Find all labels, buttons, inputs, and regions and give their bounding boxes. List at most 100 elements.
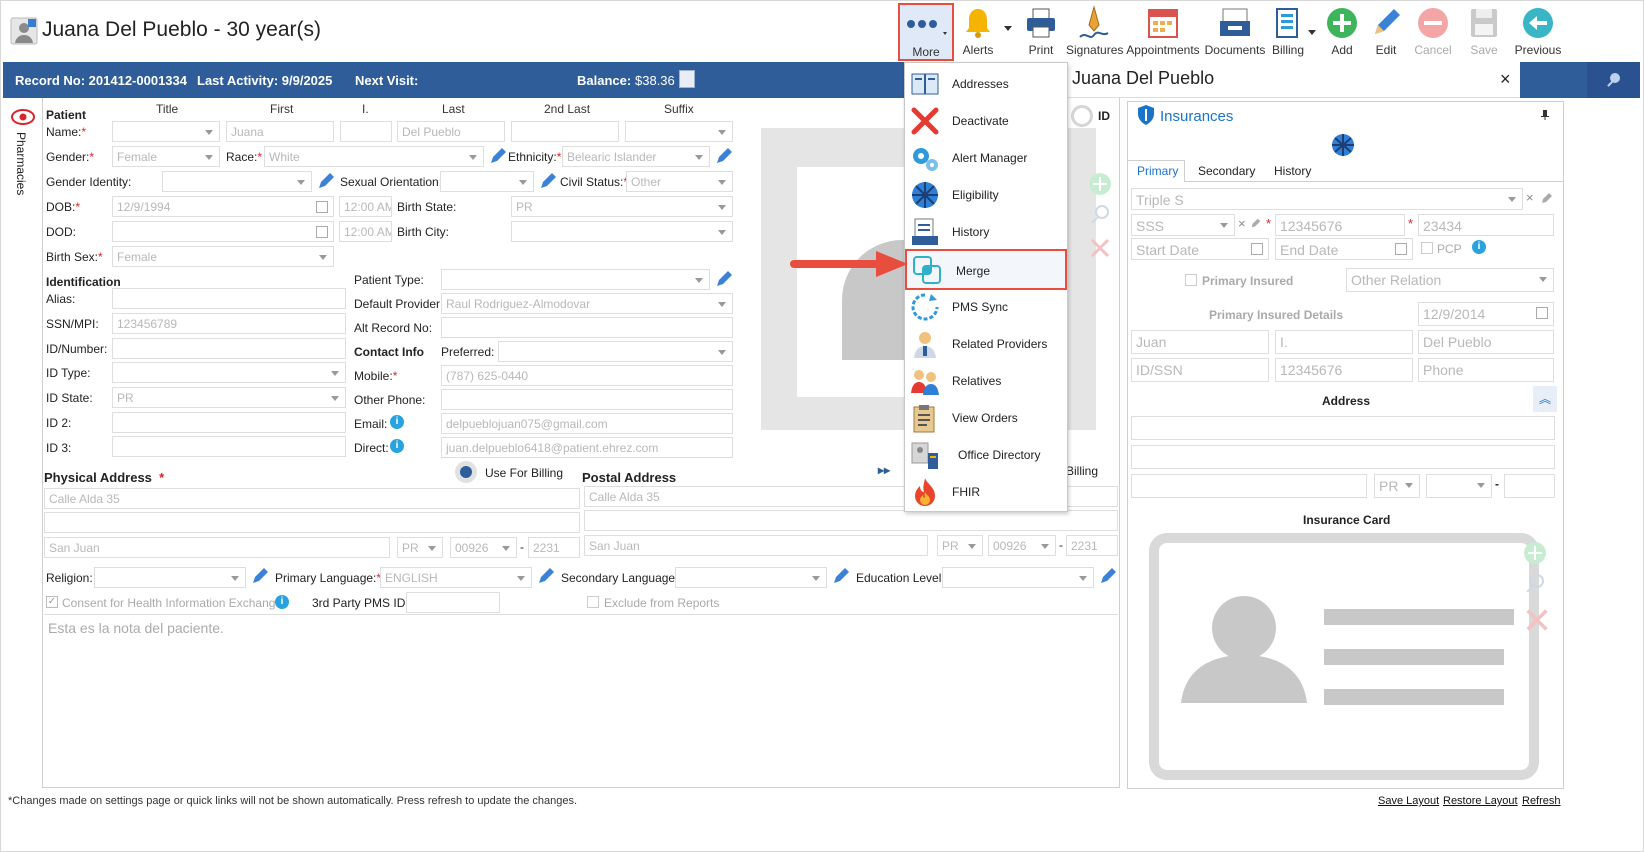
- physical-line1-input[interactable]: Calle Alda 35: [44, 488, 580, 509]
- tab-secondary[interactable]: Secondary: [1198, 164, 1255, 178]
- insured-id-input[interactable]: 12345676: [1275, 358, 1413, 382]
- type-clear-icon[interactable]: ×: [1238, 216, 1246, 231]
- postal-city-input[interactable]: San Juan: [584, 535, 928, 556]
- insurance-type-select[interactable]: SSS: [1131, 214, 1235, 236]
- collapse-address-button[interactable]: ︽: [1533, 386, 1557, 412]
- insured-phone-input[interactable]: Phone: [1418, 358, 1554, 382]
- photo-search-icon[interactable]: [1088, 202, 1112, 226]
- first-name-input[interactable]: Juana: [226, 121, 334, 142]
- appointments-button[interactable]: Appointments: [1126, 3, 1200, 61]
- patient-type-select[interactable]: [441, 269, 710, 290]
- menu-item-deactivate[interactable]: Deactivate: [905, 102, 1067, 139]
- education-level-edit-pencil-icon[interactable]: [1098, 566, 1118, 586]
- sexual-orientation-select[interactable]: [440, 171, 534, 192]
- dob-input[interactable]: 12/9/1994: [112, 196, 334, 217]
- birth-sex-select[interactable]: Female: [112, 246, 334, 267]
- insurance-card-placeholder[interactable]: [1149, 533, 1539, 780]
- consent-checkbox[interactable]: ✓: [46, 596, 58, 608]
- insured-dob-input[interactable]: 12/9/2014: [1418, 302, 1554, 326]
- menu-item-merge[interactable]: Merge: [905, 249, 1067, 290]
- email-info-icon[interactable]: i: [390, 415, 404, 429]
- physical-zip-select[interactable]: 00926: [450, 537, 517, 558]
- direct-info-icon[interactable]: i: [390, 439, 404, 453]
- race-select[interactable]: White: [264, 146, 484, 167]
- card-delete-icon[interactable]: [1523, 606, 1551, 634]
- sexual-orientation-edit-pencil-icon[interactable]: [538, 171, 558, 191]
- note-textarea[interactable]: [44, 614, 1118, 786]
- id2-input[interactable]: [112, 412, 346, 433]
- alt-record-input[interactable]: [441, 317, 733, 338]
- end-date-input[interactable]: End Date: [1275, 238, 1413, 260]
- last-name-input[interactable]: Del Pueblo: [397, 121, 505, 142]
- plan-clear-icon[interactable]: ×: [1526, 190, 1534, 205]
- primary-language-select[interactable]: ENGLISH: [380, 567, 532, 588]
- menu-item-relatives[interactable]: Relatives: [905, 362, 1067, 399]
- pcp-checkbox[interactable]: [1421, 242, 1433, 254]
- postal-zip-select[interactable]: 00926: [988, 535, 1056, 556]
- save-button[interactable]: Save: [1464, 3, 1504, 61]
- id-number-input[interactable]: [112, 338, 346, 359]
- exclude-checkbox[interactable]: [587, 596, 599, 608]
- ins-zip4-input[interactable]: [1504, 474, 1555, 498]
- pcp-info-icon[interactable]: i: [1472, 240, 1486, 254]
- email-input[interactable]: delpueblojuan075@gmail.com: [441, 413, 733, 434]
- save-layout-link[interactable]: Save Layout: [1378, 795, 1439, 807]
- dod-time-input[interactable]: 12:00 AM: [339, 221, 392, 242]
- member-id-input[interactable]: 12345676: [1275, 214, 1405, 236]
- pharmacies-eye-icon[interactable]: [10, 107, 36, 127]
- birth-state-select[interactable]: PR: [511, 196, 733, 217]
- postal-state-select[interactable]: PR: [937, 535, 983, 556]
- third-party-input[interactable]: [406, 592, 500, 613]
- balance-statement-icon[interactable]: [679, 70, 695, 88]
- physical-zip4-input[interactable]: 2231: [528, 537, 580, 558]
- ins-address-line1-input[interactable]: [1131, 416, 1555, 440]
- add-button[interactable]: Add: [1322, 3, 1362, 61]
- physical-state-select[interactable]: PR: [397, 537, 443, 558]
- tab-history[interactable]: History: [1274, 164, 1311, 178]
- physical-line2-input[interactable]: [44, 512, 580, 533]
- physical-city-input[interactable]: San Juan: [44, 537, 390, 558]
- print-button[interactable]: Print: [1020, 3, 1062, 61]
- start-date-input[interactable]: Start Date: [1131, 238, 1269, 260]
- card-search-icon[interactable]: [1523, 571, 1547, 595]
- previous-button[interactable]: Previous: [1512, 3, 1564, 61]
- alias-input[interactable]: [112, 288, 346, 309]
- menu-item-history[interactable]: History: [905, 213, 1067, 250]
- photo-add-icon[interactable]: [1088, 172, 1112, 196]
- dod-input[interactable]: [112, 221, 334, 242]
- billing-button[interactable]: Billing: [1268, 3, 1308, 61]
- documents-button[interactable]: Documents: [1204, 3, 1266, 61]
- use-for-billing-radio[interactable]: [455, 461, 477, 483]
- second-last-input[interactable]: [511, 121, 619, 142]
- mobile-input[interactable]: (787) 625-0440: [441, 365, 733, 386]
- alerts-dropdown-icon[interactable]: [1004, 26, 1012, 31]
- insured-first-input[interactable]: Juan: [1131, 330, 1269, 354]
- edit-button[interactable]: Edit: [1366, 3, 1406, 61]
- menu-item-view-orders[interactable]: View Orders: [905, 399, 1067, 436]
- ethnicity-edit-pencil-icon[interactable]: [714, 146, 734, 166]
- education-level-select[interactable]: [942, 567, 1094, 588]
- insured-initial-input[interactable]: I.: [1275, 330, 1413, 354]
- group-input[interactable]: 23434: [1418, 214, 1554, 236]
- eligibility-globe-icon[interactable]: [1330, 132, 1356, 158]
- menu-item-pms-sync[interactable]: PMS Sync: [905, 288, 1067, 325]
- restore-layout-link[interactable]: Restore Layout: [1443, 795, 1518, 807]
- postal-line2-input[interactable]: [584, 510, 1118, 531]
- civil-status-select[interactable]: Other: [626, 171, 733, 192]
- secondary-language-select[interactable]: [675, 567, 827, 588]
- photo-delete-icon[interactable]: [1088, 236, 1112, 260]
- religion-edit-pencil-icon[interactable]: [250, 566, 270, 586]
- menu-item-office-directory[interactable]: Office Directory: [905, 436, 1067, 473]
- menu-item-eligibility[interactable]: Eligibility: [905, 176, 1067, 213]
- id-state-select[interactable]: PR: [112, 387, 346, 408]
- gender-select[interactable]: Female: [112, 146, 220, 167]
- id-toggle[interactable]: [1071, 105, 1093, 127]
- pharmacies-tab[interactable]: Pharmacies: [14, 132, 28, 195]
- consent-info-icon[interactable]: i: [275, 595, 289, 609]
- ssn-input[interactable]: 123456789: [112, 313, 346, 334]
- dob-time-input[interactable]: 12:00 AM: [339, 196, 392, 217]
- panel-pin-icon[interactable]: [1539, 109, 1551, 121]
- menu-item-fhir[interactable]: FHIR: [905, 473, 1067, 510]
- default-provider-select[interactable]: Raul Rodriguez-Almodovar: [441, 293, 733, 314]
- menu-item-related-providers[interactable]: Related Providers: [905, 325, 1067, 362]
